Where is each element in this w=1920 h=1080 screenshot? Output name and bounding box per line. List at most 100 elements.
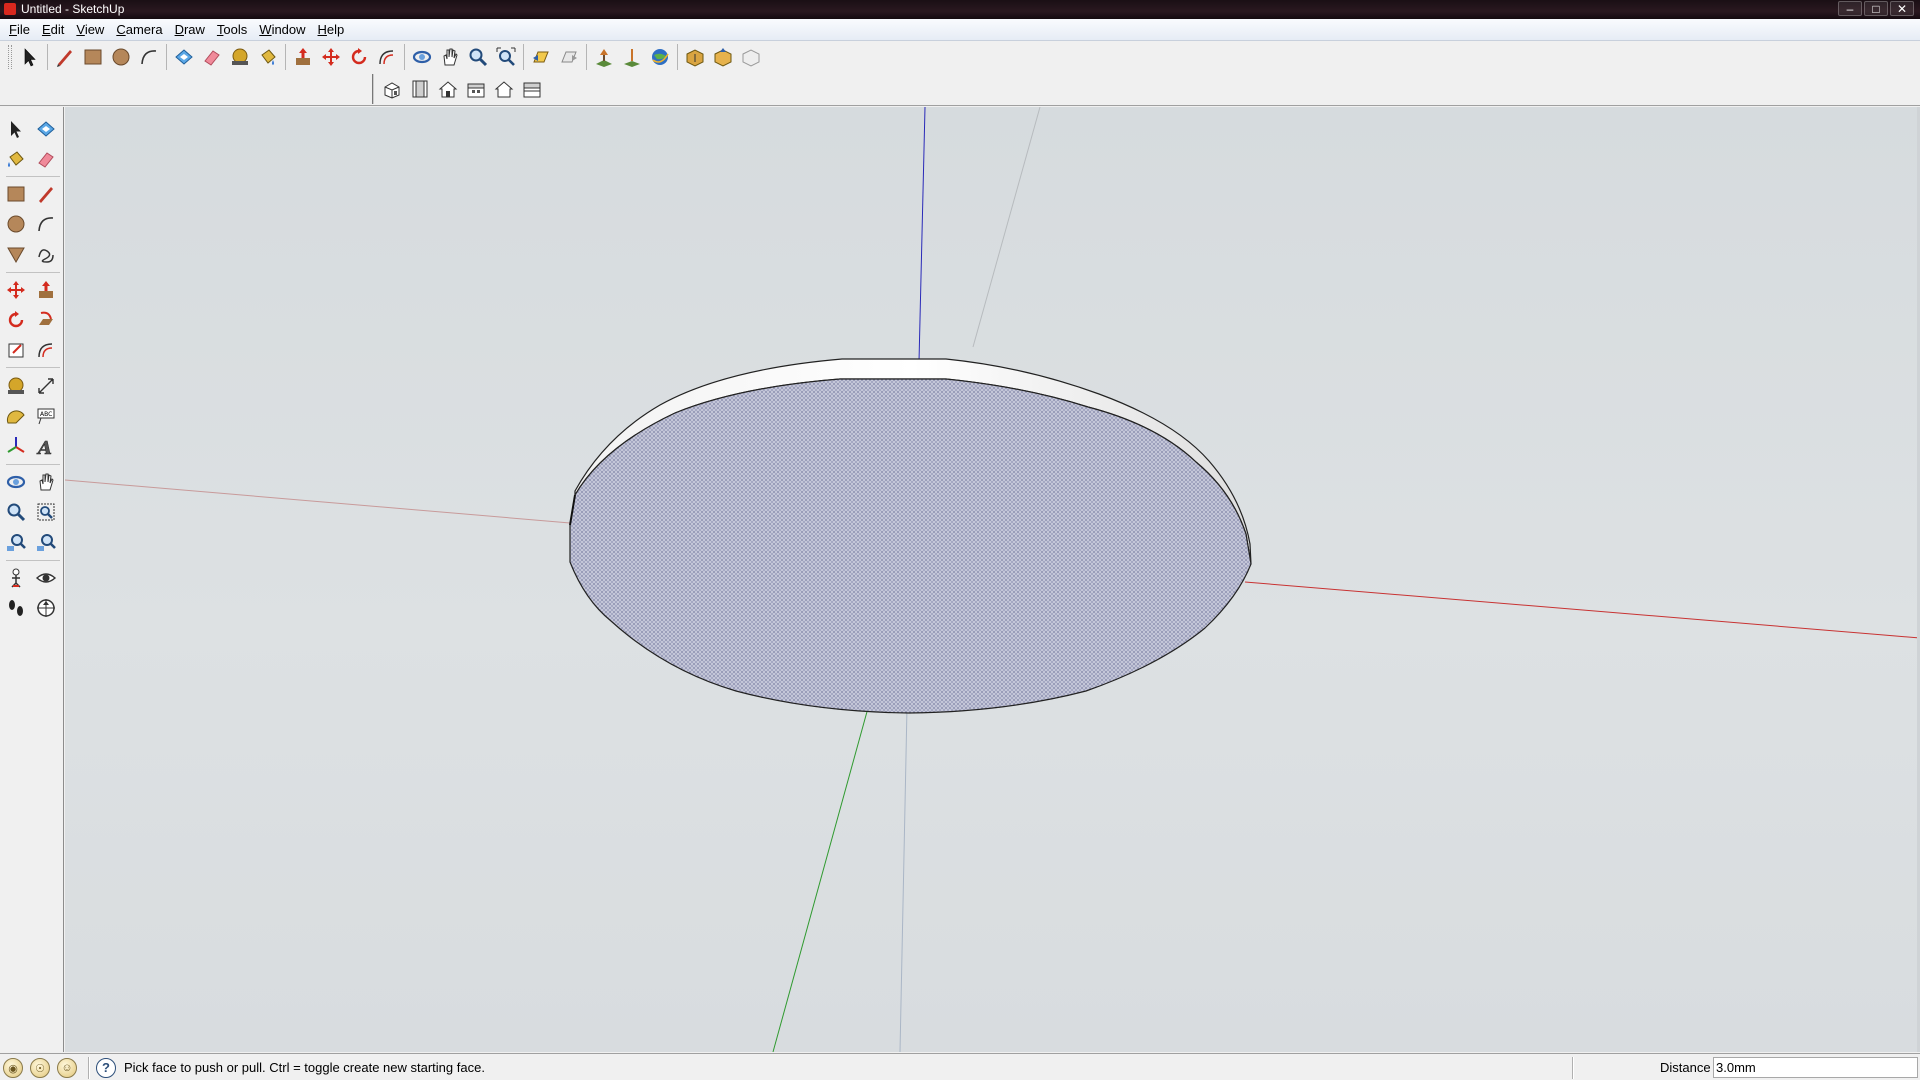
select-icon[interactable]: [16, 43, 44, 71]
make-component-icon[interactable]: [32, 115, 60, 143]
instructor-help-icon[interactable]: ?: [96, 1058, 116, 1078]
svg-text:ABC: ABC: [40, 411, 52, 418]
menu-tools[interactable]: Tools: [211, 20, 253, 40]
front-view-icon[interactable]: [434, 75, 462, 103]
freehand-icon[interactable]: [32, 240, 60, 268]
menu-bar: File Edit View Camera Draw Tools Window …: [0, 19, 1920, 41]
large-tool-set: ABC A: [0, 107, 64, 1052]
measurements-box[interactable]: 3.0mm: [1713, 1057, 1918, 1078]
eraser-icon[interactable]: [32, 145, 60, 173]
rotate-icon[interactable]: [2, 306, 30, 334]
tape-measure-icon[interactable]: [2, 372, 30, 400]
text-icon[interactable]: ABC: [32, 402, 60, 430]
zoom-icon[interactable]: [2, 498, 30, 526]
eraser-icon[interactable]: [198, 43, 226, 71]
geolocation-icon[interactable]: ◉: [3, 1058, 23, 1078]
window-title: Untitled - SketchUp: [21, 2, 125, 16]
arc-icon[interactable]: [32, 210, 60, 238]
iso-view-icon[interactable]: [378, 75, 406, 103]
offset-icon[interactable]: [373, 43, 401, 71]
push-pull-icon[interactable]: [289, 43, 317, 71]
measurements-label: Distance: [1660, 1060, 1711, 1075]
circle-icon[interactable]: [2, 210, 30, 238]
rotate-icon[interactable]: [345, 43, 373, 71]
get-models-icon[interactable]: [681, 43, 709, 71]
model-canvas[interactable]: [65, 107, 1920, 1052]
tape-measure-icon[interactable]: [226, 43, 254, 71]
guide-line: [972, 107, 1041, 348]
toolbar-area: [0, 42, 1920, 106]
minimize-icon[interactable]: –: [1838, 1, 1862, 16]
z-axis-dotted: [899, 706, 908, 1052]
move-icon[interactable]: [317, 43, 345, 71]
toolbar-grip[interactable]: [8, 45, 12, 69]
scale-icon[interactable]: [2, 336, 30, 364]
position-camera-icon[interactable]: [2, 564, 30, 592]
add-location-icon[interactable]: [590, 43, 618, 71]
credits-icon[interactable]: ☉: [30, 1058, 50, 1078]
menu-file[interactable]: File: [3, 20, 36, 40]
paint-bucket-icon[interactable]: [2, 145, 30, 173]
svg-text:A: A: [36, 438, 52, 457]
protractor-icon[interactable]: [2, 402, 30, 430]
orbit-icon[interactable]: [408, 43, 436, 71]
follow-me-icon[interactable]: [32, 306, 60, 334]
x-axis-negative: [65, 479, 571, 524]
3d-text-icon[interactable]: A: [32, 432, 60, 460]
toggle-terrain-icon[interactable]: [618, 43, 646, 71]
offset-icon[interactable]: [32, 336, 60, 364]
polygon-icon[interactable]: [2, 240, 30, 268]
top-view-icon[interactable]: [406, 75, 434, 103]
previous-view-icon[interactable]: [527, 43, 555, 71]
title-bar: Untitled - SketchUp – □ ✕: [0, 0, 1920, 19]
make-component-icon[interactable]: [170, 43, 198, 71]
circle-icon[interactable]: [107, 43, 135, 71]
sketchup-app-icon: [4, 3, 16, 15]
share-model-icon[interactable]: [709, 43, 737, 71]
line-icon[interactable]: [32, 180, 60, 208]
menu-help[interactable]: Help: [312, 20, 351, 40]
y-axis-positive: [772, 707, 869, 1052]
push-pull-icon[interactable]: [32, 276, 60, 304]
arc-icon[interactable]: [135, 43, 163, 71]
close-icon[interactable]: ✕: [1890, 1, 1914, 16]
menu-view[interactable]: View: [70, 20, 110, 40]
zoom-extents-icon[interactable]: [492, 43, 520, 71]
select-icon[interactable]: [2, 115, 30, 143]
menu-camera[interactable]: Camera: [110, 20, 168, 40]
zoom-window-icon[interactable]: [32, 498, 60, 526]
main-toolbar: [8, 42, 765, 72]
share-component-icon[interactable]: [737, 43, 765, 71]
zoom-icon[interactable]: [464, 43, 492, 71]
menu-edit[interactable]: Edit: [36, 20, 70, 40]
x-axis-positive: [1244, 581, 1920, 639]
axes-icon[interactable]: [2, 432, 30, 460]
look-around-icon[interactable]: [32, 564, 60, 592]
rectangle-icon[interactable]: [2, 180, 30, 208]
pencil-icon[interactable]: [51, 43, 79, 71]
paint-bucket-icon[interactable]: [254, 43, 282, 71]
disk-top-face[interactable]: [569, 378, 1252, 714]
right-view-icon[interactable]: [462, 75, 490, 103]
maximize-icon[interactable]: □: [1864, 1, 1888, 16]
previous-icon[interactable]: [32, 528, 60, 556]
move-icon[interactable]: [2, 276, 30, 304]
preview-in-google-earth-icon[interactable]: [646, 43, 674, 71]
rectangle-icon[interactable]: [79, 43, 107, 71]
drawing-viewport[interactable]: [65, 107, 1920, 1052]
dimension-icon[interactable]: [32, 372, 60, 400]
next-view-icon[interactable]: [555, 43, 583, 71]
pan-icon[interactable]: [32, 468, 60, 496]
views-toolbar: [378, 74, 546, 104]
menu-window[interactable]: Window: [253, 20, 311, 40]
back-view-icon[interactable]: [490, 75, 518, 103]
user-sign-in-icon[interactable]: ☺: [57, 1058, 77, 1078]
left-view-icon[interactable]: [518, 75, 546, 103]
pan-icon[interactable]: [436, 43, 464, 71]
menu-draw[interactable]: Draw: [169, 20, 211, 40]
z-axis-positive: [918, 107, 926, 363]
section-plane-icon[interactable]: [32, 594, 60, 622]
walk-icon[interactable]: [2, 594, 30, 622]
orbit-icon[interactable]: [2, 468, 30, 496]
zoom-extents-icon[interactable]: [2, 528, 30, 556]
